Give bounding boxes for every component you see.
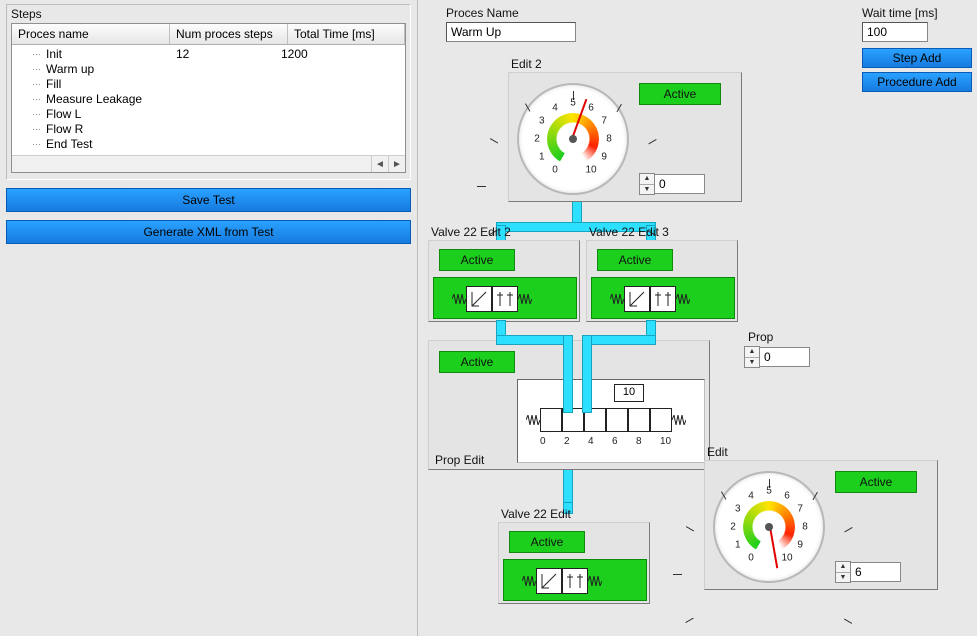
valve-symbol-icon	[492, 286, 518, 312]
wait-time-label: Wait time [ms]	[862, 6, 938, 20]
spinner-up-icon[interactable]: ▲	[745, 347, 759, 358]
gauge-top-panel: Edit 2 Active 012345678910 ▲▼ 0	[508, 72, 742, 202]
canvas-area: Proces Name Warm Up Wait time [ms] 100 S…	[418, 0, 977, 636]
spinner-down-icon[interactable]: ▼	[836, 573, 850, 583]
valve-bottom-block	[503, 559, 647, 601]
generate-xml-button[interactable]: Generate XML from Test	[6, 220, 411, 244]
valve-symbol-icon	[466, 286, 492, 312]
table-row[interactable]: ⋯Init121200	[12, 47, 405, 62]
prop-spinner[interactable]: ▲▼ 0	[744, 346, 810, 368]
steps-group: Steps Proces name Num proces steps Total…	[6, 4, 411, 180]
scroll-right-icon[interactable]: ►	[388, 156, 405, 172]
valve-bottom-active-button[interactable]: Active	[509, 531, 585, 553]
col-header-num[interactable]: Num proces steps	[170, 24, 288, 44]
prop-spinner-value[interactable]: 0	[760, 347, 810, 367]
valve-symbol-icon	[536, 568, 562, 594]
spinner-down-icon[interactable]: ▼	[640, 185, 654, 195]
gauge-top-spinner-value[interactable]: 0	[655, 174, 705, 194]
valve-right-block	[591, 277, 735, 319]
valve-left-title: Valve 22 Edit 2	[431, 225, 511, 239]
gauge-top-active-button[interactable]: Active	[639, 83, 721, 105]
table-row[interactable]: ⋯End Test	[12, 137, 405, 152]
gauge-top[interactable]: 012345678910	[517, 83, 629, 195]
save-test-button[interactable]: Save Test	[6, 188, 411, 212]
prop-schematic: 10 0246810	[517, 379, 705, 463]
gauge-top-spinner[interactable]: ▲▼ 0	[639, 173, 705, 195]
procedure-add-button[interactable]: Procedure Add	[862, 72, 972, 92]
valve-symbol-icon	[562, 568, 588, 594]
spinner-down-icon[interactable]: ▼	[745, 358, 759, 368]
table-row[interactable]: ⋯Flow R	[12, 122, 405, 137]
col-header-name[interactable]: Proces name	[12, 24, 170, 44]
prop-slider-value: 10	[614, 384, 644, 402]
wait-time-field[interactable]: 100	[862, 22, 928, 42]
steps-table[interactable]: Proces name Num proces steps Total Time …	[11, 23, 406, 173]
valve-bottom-panel: Valve 22 Edit Active	[498, 522, 650, 604]
step-add-button[interactable]: Step Add	[862, 48, 972, 68]
valve-symbol-icon	[624, 286, 650, 312]
proces-name-label: Proces Name	[446, 6, 519, 20]
valve-bottom-title: Valve 22 Edit	[501, 507, 571, 521]
table-scrollbar[interactable]: ◄ ►	[12, 155, 405, 172]
prop-edit-title: Prop Edit	[435, 453, 484, 467]
spinner-up-icon[interactable]: ▲	[640, 174, 654, 185]
valve-left-panel: Valve 22 Edit 2 Active	[428, 240, 580, 322]
steps-table-header: Proces name Num proces steps Total Time …	[12, 24, 405, 45]
spinner-up-icon[interactable]: ▲	[836, 562, 850, 573]
proces-name-field[interactable]: Warm Up	[446, 22, 576, 42]
table-row[interactable]: ⋯Measure Leakage	[12, 92, 405, 107]
prop-edit-active-button[interactable]: Active	[439, 351, 515, 373]
valve-right-active-button[interactable]: Active	[597, 249, 673, 271]
gauge-bottom[interactable]: 012345678910	[713, 471, 825, 583]
prop-spinner-label: Prop	[748, 330, 773, 344]
table-row[interactable]: ⋯Warm up	[12, 62, 405, 77]
gauge-bottom-spinner[interactable]: ▲▼ 6	[835, 561, 901, 583]
gauge-bottom-panel: Edit Active 012345678910 ▲▼ 6	[704, 460, 938, 590]
valve-symbol-icon	[650, 286, 676, 312]
valve-right-panel: Valve 22 Edit 3 Active	[586, 240, 738, 322]
gauge-top-title: Edit 2	[511, 57, 542, 71]
valve-left-active-button[interactable]: Active	[439, 249, 515, 271]
valve-left-block	[433, 277, 577, 319]
gauge-bottom-active-button[interactable]: Active	[835, 471, 917, 493]
gauge-bottom-spinner-value[interactable]: 6	[851, 562, 901, 582]
scroll-left-icon[interactable]: ◄	[371, 156, 388, 172]
col-header-time[interactable]: Total Time [ms]	[288, 24, 405, 44]
table-row[interactable]: ⋯Flow L	[12, 107, 405, 122]
gauge-bottom-title: Edit	[707, 445, 728, 459]
valve-right-title: Valve 22 Edit 3	[589, 225, 669, 239]
steps-group-label: Steps	[11, 7, 406, 21]
table-row[interactable]: ⋯Fill	[12, 77, 405, 92]
